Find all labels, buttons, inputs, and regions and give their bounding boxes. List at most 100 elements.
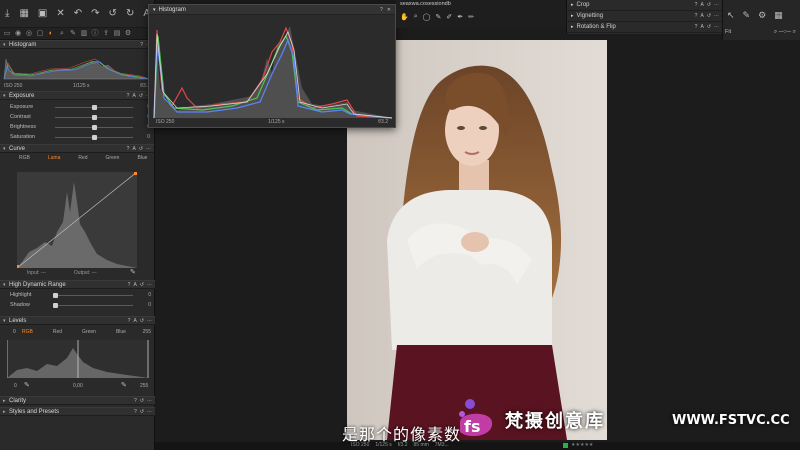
eraser-tool-icon[interactable]: ✐: [446, 13, 452, 21]
right-tool-row[interactable]: ▸ Rotation & Flip? A ↺ ⋯: [567, 22, 722, 33]
slider-value[interactable]: 0: [147, 134, 150, 140]
levels-histogram[interactable]: [6, 340, 149, 378]
histogram-section-header[interactable]: ▾ Histogram ?⋯: [0, 40, 154, 49]
styles-section-header[interactable]: ▸ Styles and Presets ? ↺ ⋯: [0, 407, 155, 416]
right-tool-row[interactable]: ▸ Crop? A ↺ ⋯: [567, 0, 722, 11]
levels-out-low[interactable]: 0: [14, 383, 17, 389]
levels-out-high[interactable]: 255: [140, 383, 148, 389]
more-icon[interactable]: ⋯: [714, 13, 719, 19]
reset-icon[interactable]: ↺: [707, 2, 711, 8]
levels-mid[interactable]: 0,00: [73, 383, 83, 389]
help-icon[interactable]: ?: [128, 282, 131, 288]
slider-track[interactable]: [53, 302, 133, 308]
white-picker-icon[interactable]: ✎: [121, 381, 127, 389]
details-tab-icon[interactable]: ▥: [80, 30, 88, 38]
curve-tab[interactable]: Red: [78, 155, 87, 162]
slider-value[interactable]: 0: [148, 292, 151, 298]
slider-track[interactable]: [53, 292, 133, 298]
grid-view-icon[interactable]: ▦: [774, 10, 783, 21]
more-icon[interactable]: ⋯: [147, 398, 152, 404]
reset-icon[interactable]: ↺: [707, 24, 711, 30]
curve-tab[interactable]: Blue: [137, 155, 147, 162]
picker-tool-icon[interactable]: ✏: [468, 13, 474, 21]
slider-knob[interactable]: [92, 134, 97, 140]
picker-icon[interactable]: ✎: [743, 10, 751, 21]
help-icon[interactable]: ?: [695, 24, 698, 30]
info-tab-icon[interactable]: ⓘ: [91, 30, 99, 38]
curve-tab[interactable]: RGB: [19, 155, 30, 162]
gradient-tool-icon[interactable]: ✒: [457, 13, 463, 21]
loupe-tool-icon[interactable]: ⌕: [414, 13, 418, 21]
reset-icon[interactable]: ↺: [140, 282, 144, 288]
curve-editor[interactable]: [16, 171, 138, 269]
slider-value[interactable]: 0: [148, 302, 151, 308]
exposure-section-header[interactable]: ▾ Exposure ?A↺⋯: [0, 91, 154, 100]
undo-icon[interactable]: ↶: [74, 8, 82, 19]
reset-icon[interactable]: ↺: [140, 409, 144, 415]
crop-tab-icon[interactable]: ▢: [36, 30, 44, 38]
right-tool-row[interactable]: ▸ Vignetting? A ↺ ⋯: [567, 11, 722, 22]
help-icon[interactable]: ?: [134, 398, 137, 404]
auto-icon[interactable]: A: [133, 318, 136, 324]
rotate-icon[interactable]: ↻: [126, 8, 134, 19]
more-icon[interactable]: ⋯: [146, 146, 151, 152]
levels-section-header[interactable]: ▾ Levels ? A ↺ ⋯: [0, 316, 155, 325]
reset-icon[interactable]: ↺: [140, 318, 144, 324]
slider-track[interactable]: [55, 114, 133, 120]
more-icon[interactable]: ⋯: [147, 282, 152, 288]
levels-low-input[interactable]: 0: [13, 329, 16, 335]
reset-icon[interactable]: ↺: [139, 146, 143, 152]
levels-tab[interactable]: Green: [82, 329, 96, 335]
levels-tab[interactable]: RGB: [22, 329, 33, 335]
help-icon[interactable]: ?: [380, 7, 383, 13]
curve-picker-icon[interactable]: ✎: [130, 268, 136, 276]
grid-icon[interactable]: ▦: [19, 8, 28, 19]
gear-icon[interactable]: ⚙: [758, 10, 766, 21]
settings-tab-icon[interactable]: ⚙: [124, 30, 132, 38]
auto-icon[interactable]: A: [133, 282, 136, 288]
camera-icon[interactable]: ▣: [38, 8, 47, 19]
more-icon[interactable]: ⋯: [147, 409, 152, 415]
levels-tab[interactable]: Blue: [116, 329, 126, 335]
levels-tab[interactable]: Red: [53, 329, 62, 335]
more-icon[interactable]: ⋯: [714, 24, 719, 30]
slider-knob[interactable]: [53, 302, 58, 308]
auto-icon[interactable]: A: [700, 24, 703, 30]
slider-track[interactable]: [55, 124, 133, 130]
brush-tab-icon[interactable]: ✎: [69, 30, 77, 38]
slider-knob[interactable]: [92, 124, 97, 130]
more-icon[interactable]: ⋯: [714, 2, 719, 8]
curve-section-header[interactable]: ▾ Curve ? A ↺ ⋯: [0, 144, 154, 153]
zoom-controls[interactable]: ⌕ ─○─ ⌕: [774, 29, 796, 36]
help-icon[interactable]: ?: [134, 409, 137, 415]
search-tab-icon[interactable]: ⌕: [58, 30, 66, 38]
slider-track[interactable]: [55, 134, 133, 140]
slider-knob[interactable]: [92, 114, 97, 120]
delete-icon[interactable]: ✕: [56, 8, 64, 19]
levels-high-input[interactable]: 255: [143, 329, 151, 335]
slider-track[interactable]: [55, 104, 133, 110]
reset-icon[interactable]: ↺: [109, 8, 117, 19]
histogram-floating-window[interactable]: ▾ Histogram ? ✕ ISO 250 1/125 s f/3.2: [148, 4, 396, 128]
auto-icon[interactable]: A: [700, 13, 703, 19]
pointer-icon[interactable]: ↖: [727, 10, 735, 21]
help-icon[interactable]: ?: [140, 42, 143, 48]
help-icon[interactable]: ?: [695, 2, 698, 8]
auto-icon[interactable]: A: [132, 146, 135, 152]
help-icon[interactable]: ?: [127, 146, 130, 152]
capture-tab-icon[interactable]: ◉: [14, 30, 22, 38]
histogram-window-titlebar[interactable]: ▾ Histogram: [149, 5, 395, 15]
slider-knob[interactable]: [92, 104, 97, 110]
batch-tab-icon[interactable]: ▤: [113, 30, 121, 38]
auto-icon[interactable]: A: [700, 2, 703, 8]
help-icon[interactable]: ?: [128, 318, 131, 324]
close-icon[interactable]: ✕: [387, 7, 391, 13]
curve-tab[interactable]: Luma: [48, 155, 61, 162]
redo-icon[interactable]: ↷: [91, 8, 99, 19]
slider-knob[interactable]: [53, 292, 58, 298]
reset-icon[interactable]: ↺: [139, 93, 143, 99]
fit-label[interactable]: Fit: [725, 29, 731, 35]
crop-tool-icon[interactable]: ◯: [423, 13, 431, 21]
clarity-section-header[interactable]: ▸ Clarity ? ↺ ⋯: [0, 396, 155, 405]
more-icon[interactable]: ⋯: [147, 318, 152, 324]
